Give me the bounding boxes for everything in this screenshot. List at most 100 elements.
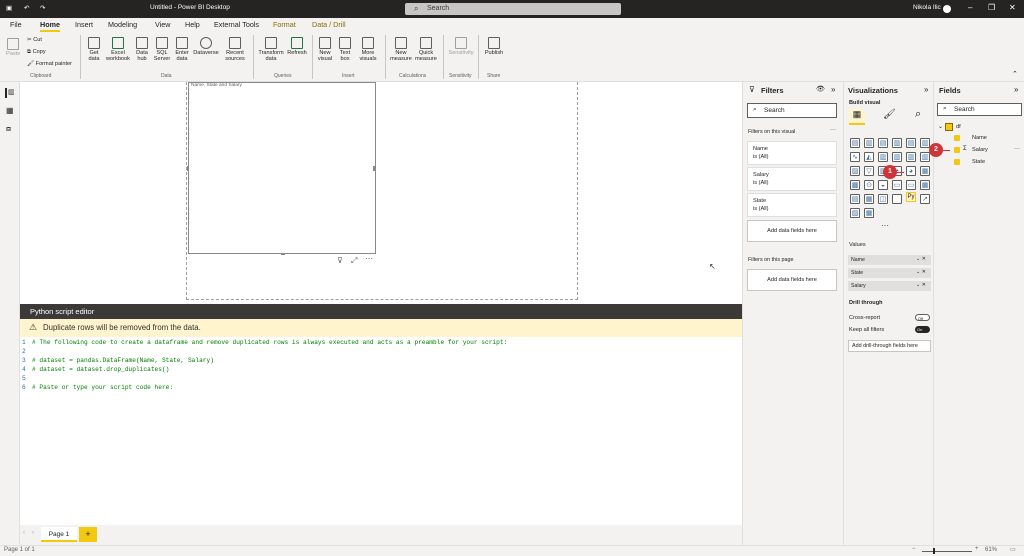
focus-mode-icon[interactable]: ⤢ bbox=[351, 256, 357, 266]
cross-report-toggle[interactable]: Off bbox=[915, 314, 930, 321]
redo-icon[interactable]: ↷ bbox=[40, 4, 45, 12]
tab-home[interactable]: Home bbox=[40, 20, 60, 32]
prev-page-icon[interactable]: ‹ bbox=[23, 530, 25, 536]
add-page-button[interactable]: + bbox=[79, 527, 97, 542]
visual-type-icon[interactable]: ▥ bbox=[892, 138, 902, 148]
add-visual-filter-box[interactable]: Add data fields here bbox=[747, 220, 837, 242]
quick-measure-button[interactable]: Quick measure bbox=[414, 37, 438, 62]
visual-type-icon[interactable]: ▥ bbox=[878, 152, 888, 162]
user-name[interactable]: Nikola Ilic bbox=[913, 4, 941, 11]
data-hub-button[interactable]: Data hub bbox=[133, 37, 151, 62]
filter-icon[interactable]: ⊽ bbox=[337, 256, 343, 265]
eye-icon[interactable]: 👁 bbox=[816, 85, 825, 93]
new-visual-button[interactable]: New visual bbox=[316, 37, 334, 62]
sensitivity-button[interactable]: Sensitivity bbox=[447, 37, 475, 56]
python-visual-icon[interactable]: Py bbox=[906, 192, 916, 202]
value-well-state[interactable]: State ⌄ ✕ bbox=[848, 268, 931, 278]
more-visuals-button[interactable]: More visuals bbox=[356, 37, 380, 62]
tab-external-tools[interactable]: External Tools bbox=[214, 20, 259, 29]
field-checkbox-state[interactable] bbox=[954, 159, 960, 165]
visual-type-icon[interactable]: ▭ bbox=[906, 180, 916, 190]
tab-view[interactable]: View bbox=[155, 20, 170, 29]
tab-insert[interactable]: Insert bbox=[75, 20, 93, 29]
visual-type-icon[interactable]: ▤ bbox=[878, 138, 888, 148]
refresh-button[interactable]: Refresh bbox=[285, 37, 309, 56]
dataverse-button[interactable]: Dataverse bbox=[192, 37, 220, 56]
search-box[interactable]: ⌕ Search bbox=[405, 3, 621, 15]
visual-type-icon[interactable]: ▤ bbox=[906, 138, 916, 148]
visual-type-icon[interactable]: ▨ bbox=[850, 208, 860, 218]
visual-type-icon[interactable]: ▥ bbox=[906, 152, 916, 162]
visual-type-icon[interactable]: ▤ bbox=[850, 138, 860, 148]
enter-data-button[interactable]: Enter data bbox=[173, 37, 191, 62]
data-view-icon[interactable]: ▦ bbox=[6, 106, 14, 115]
filter-card-state[interactable]: State is (All) bbox=[747, 193, 837, 217]
visual-type-icon[interactable]: ▤ bbox=[850, 194, 860, 204]
field-checkbox-name[interactable] bbox=[954, 135, 960, 141]
resize-handle[interactable] bbox=[281, 253, 285, 255]
get-data-button[interactable]: Get data bbox=[86, 37, 102, 62]
paste-button[interactable]: Paste bbox=[6, 38, 20, 57]
collapse-icon[interactable]: » bbox=[831, 85, 835, 94]
field-name[interactable]: Name bbox=[972, 135, 987, 141]
text-box-button[interactable]: Text box bbox=[336, 37, 354, 62]
model-view-icon[interactable]: ⧈ bbox=[6, 124, 11, 134]
visual-type-icon[interactable] bbox=[892, 194, 902, 204]
collapse-ribbon-icon[interactable]: ⌃ bbox=[1012, 70, 1018, 78]
add-page-filter-box[interactable]: Add data fields here bbox=[747, 269, 837, 291]
visual-type-icon[interactable]: ▥ bbox=[920, 152, 930, 162]
visual-type-icon[interactable]: ▥ bbox=[864, 138, 874, 148]
resize-handle[interactable] bbox=[187, 166, 189, 171]
visual-type-icon[interactable]: ▦ bbox=[864, 194, 874, 204]
zoom-out-icon[interactable]: − bbox=[912, 546, 916, 552]
save-icon[interactable]: ▣ bbox=[6, 4, 12, 12]
visual-type-icon[interactable]: ▦ bbox=[920, 166, 930, 176]
more-options-icon[interactable]: ⋯ bbox=[365, 254, 373, 263]
excel-workbook-button[interactable]: Excel workbook bbox=[104, 37, 132, 62]
zoom-slider[interactable] bbox=[922, 551, 972, 552]
visual-type-icon[interactable]: ◒ bbox=[878, 180, 888, 190]
tab-format[interactable]: Format bbox=[273, 20, 296, 29]
visual-type-icon[interactable]: ▦ bbox=[920, 180, 930, 190]
new-measure-button[interactable]: New measure bbox=[389, 37, 413, 62]
transform-data-button[interactable]: Transform data bbox=[257, 37, 285, 62]
visual-type-icon[interactable]: ⊙ bbox=[864, 180, 874, 190]
format-visual-tab[interactable]: 🖌 bbox=[883, 109, 896, 120]
page-tab[interactable]: Page 1 bbox=[41, 527, 77, 542]
filters-search[interactable]: ⌕ Search bbox=[747, 103, 837, 118]
undo-icon[interactable]: ↶ bbox=[24, 4, 29, 12]
copy-button[interactable]: ⧉ Copy bbox=[27, 49, 46, 55]
add-drill-through-box[interactable]: Add drill-through fields here bbox=[848, 340, 931, 352]
format-painter-button[interactable]: 🖌 Format painter bbox=[27, 61, 72, 67]
zoom-in-icon[interactable]: + bbox=[975, 546, 979, 552]
more-options-icon[interactable]: ··· bbox=[1014, 146, 1020, 152]
collapse-icon[interactable]: » bbox=[1014, 85, 1018, 94]
filter-card-name[interactable]: Name is (All) bbox=[747, 141, 837, 165]
field-salary[interactable]: Salary bbox=[972, 147, 988, 153]
visual-type-icon[interactable]: ◕ bbox=[906, 166, 916, 176]
visual-type-icon[interactable]: ◫ bbox=[878, 194, 888, 204]
code-editor[interactable]: 1 # The following code to create a datafr… bbox=[20, 337, 842, 525]
visual-type-icon[interactable]: ↗ bbox=[920, 194, 930, 204]
zoom-thumb[interactable] bbox=[933, 548, 935, 554]
visual-type-icon[interactable]: ∿ bbox=[850, 152, 860, 162]
field-state[interactable]: State bbox=[972, 159, 985, 165]
fields-search[interactable]: ⌕ Search bbox=[937, 103, 1022, 116]
tab-modeling[interactable]: Modeling bbox=[108, 20, 137, 29]
build-visual-tab[interactable]: ▦ bbox=[849, 109, 865, 125]
more-options-icon[interactable]: ··· bbox=[830, 127, 836, 133]
avatar[interactable] bbox=[943, 5, 951, 13]
tab-help[interactable]: Help bbox=[185, 20, 200, 29]
field-checkbox-salary[interactable] bbox=[954, 147, 960, 153]
visual-type-icon[interactable]: ▩ bbox=[850, 180, 860, 190]
analytics-tab[interactable]: ⌕ bbox=[915, 108, 921, 121]
close-icon[interactable]: ✕ bbox=[1009, 3, 1016, 12]
tab-file[interactable]: File bbox=[10, 20, 22, 29]
next-page-icon[interactable]: › bbox=[32, 530, 34, 536]
visual-type-icon[interactable]: ▥ bbox=[892, 152, 902, 162]
filter-card-salary[interactable]: Salary is (All) bbox=[747, 167, 837, 191]
keep-filters-toggle[interactable]: On bbox=[915, 326, 930, 333]
visual-type-icon[interactable]: ▭ bbox=[892, 180, 902, 190]
chevron-down-icon[interactable]: ⌄ bbox=[938, 123, 943, 130]
resize-handle[interactable] bbox=[373, 166, 375, 171]
